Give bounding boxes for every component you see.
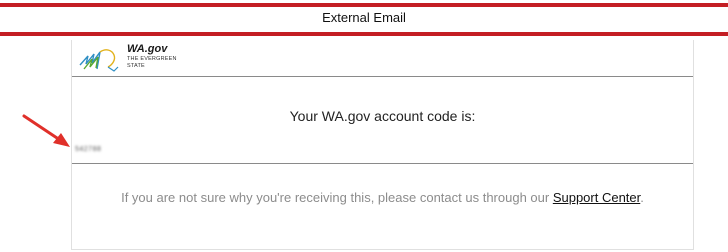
code-row: 542788 <box>72 140 693 164</box>
evergreen-logo-icon <box>79 49 119 72</box>
logo-name: WA.gov <box>127 43 168 55</box>
footer-period: . <box>640 190 644 205</box>
logo-tagline-line1: THE EVERGREEN <box>127 56 177 62</box>
support-center-link[interactable]: Support Center <box>553 190 640 205</box>
logo-tagline: THE EVERGREEN STATE <box>127 56 187 70</box>
email-header: WA.gov THE EVERGREEN STATE <box>72 40 693 77</box>
code-heading: Your WA.gov account code is: <box>289 108 476 124</box>
banner-bottom-stripe <box>0 32 728 36</box>
logo-tagline-line2: STATE <box>127 63 145 69</box>
banner-text: External Email <box>322 10 406 25</box>
wa-gov-logo: WA.gov THE EVERGREEN STATE <box>78 43 208 73</box>
external-email-banner: External Email <box>0 0 728 38</box>
footer-message: If you are not sure why you're receiving… <box>121 190 553 205</box>
red-arrow-icon <box>22 114 70 147</box>
account-code-value: 542788 <box>75 146 102 153</box>
email-card: WA.gov THE EVERGREEN STATE Your WA.gov a… <box>71 40 694 250</box>
banner-top-stripe <box>0 3 728 7</box>
footer-text: If you are not sure why you're receiving… <box>82 188 683 208</box>
